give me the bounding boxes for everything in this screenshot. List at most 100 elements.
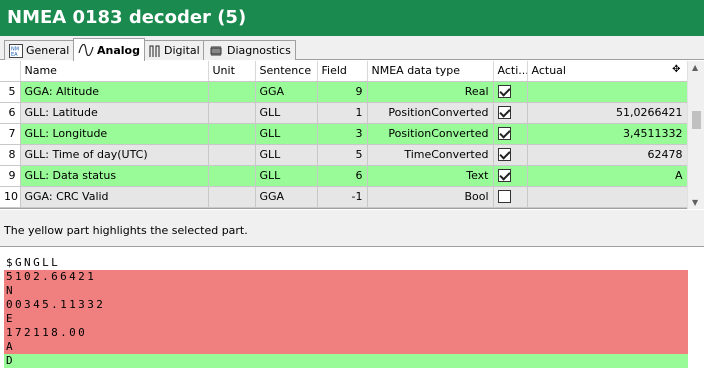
row-number-cell[interactable]: 9 — [0, 165, 21, 187]
nmea-icon: NMEA — [9, 43, 23, 58]
field-cell[interactable]: 9 — [317, 81, 368, 103]
sentence-cell[interactable]: GLL — [255, 144, 318, 166]
table-vertical-scrollbar[interactable]: ▲ ▼ — [687, 61, 704, 209]
name-cell[interactable]: GLL: Longitude — [20, 123, 209, 145]
field-cell[interactable]: -1 — [317, 186, 368, 208]
name-cell[interactable]: GLL: Time of day(UTC) — [20, 144, 209, 166]
active-cell[interactable] — [493, 186, 528, 208]
row-number-cell[interactable]: 8 — [0, 144, 21, 166]
name-cell[interactable]: GGA: Altitude — [20, 81, 209, 103]
decoded-line[interactable]: 00345.11332 — [4, 298, 688, 312]
tab-diagnostics[interactable]: Diagnostics — [203, 40, 296, 60]
active-cell[interactable] — [493, 81, 528, 103]
scrollbar-thumb[interactable] — [692, 111, 701, 129]
table-row[interactable]: 8 GLL: Time of day(UTC) GLL 5 TimeConverted 6… — [0, 144, 688, 166]
tab-bar: NM EA General Analog Digital Diagnostics — [0, 36, 704, 61]
sentence-cell[interactable]: GLL — [255, 123, 318, 145]
header-actual[interactable]: Actual ✥ — [527, 61, 688, 82]
chip-icon — [210, 45, 222, 56]
active-cell[interactable] — [493, 144, 528, 166]
field-cell[interactable]: 5 — [317, 144, 368, 166]
active-checkbox[interactable] — [497, 169, 511, 183]
field-cell[interactable]: 3 — [317, 123, 368, 145]
scroll-down-icon[interactable]: ▼ — [692, 198, 698, 207]
selection-hint: The yellow part highlights the selected … — [0, 210, 704, 247]
tab-analog-label: Analog — [97, 43, 140, 57]
active-cell[interactable] — [493, 165, 528, 187]
digital-pulse-icon — [149, 45, 160, 57]
table-row[interactable]: 5 GGA: Altitude GGA 9 Real — [0, 81, 688, 103]
header-data-type[interactable]: NMEA data type — [367, 61, 494, 82]
actual-cell[interactable]: 51,0266421 — [527, 102, 688, 124]
active-checkbox[interactable] — [497, 148, 511, 162]
active-checkbox[interactable] — [497, 85, 511, 99]
row-number-cell[interactable]: 5 — [0, 81, 21, 103]
field-cell[interactable]: 6 — [317, 165, 368, 187]
data-type-cell[interactable]: TimeConverted — [367, 144, 494, 166]
decoded-line[interactable]: N — [4, 284, 688, 298]
row-number-cell[interactable]: 10 — [0, 186, 21, 208]
data-type-cell[interactable]: Real — [367, 81, 494, 103]
decoded-line[interactable]: D — [4, 354, 688, 368]
active-cell[interactable] — [493, 123, 528, 145]
decoded-message-view: $GNGLL 5102.66421 N 00345.11332 E 172118.00 A D — [0, 248, 704, 371]
name-cell[interactable]: GLL: Data status — [20, 165, 209, 187]
data-type-cell[interactable]: PositionConverted — [367, 123, 494, 145]
tab-general-label: General — [26, 44, 70, 57]
decoded-line[interactable]: A — [4, 340, 688, 354]
actual-cell[interactable] — [527, 81, 688, 103]
table-row[interactable]: 6 GLL: Latitude GLL 1 PositionConverted 51,02… — [0, 102, 688, 124]
decoded-line[interactable]: 5102.66421 — [4, 270, 688, 284]
field-cell[interactable]: 1 — [317, 102, 368, 124]
name-cell[interactable]: GLL: Latitude — [20, 102, 209, 124]
tab-analog[interactable]: Analog — [73, 38, 145, 61]
actual-cell[interactable]: 62478 — [527, 144, 688, 166]
table-row[interactable]: 9 GLL: Data status GLL 6 Text A — [0, 165, 688, 187]
unit-cell[interactable] — [208, 81, 256, 103]
active-cell[interactable] — [493, 102, 528, 124]
data-type-cell[interactable]: PositionConverted — [367, 102, 494, 124]
unit-cell[interactable] — [208, 165, 256, 187]
window-title: NMEA 0183 decoder (5) — [0, 0, 704, 36]
unit-cell[interactable] — [208, 186, 256, 208]
header-name[interactable]: Name — [20, 61, 209, 82]
decoded-line[interactable]: $GNGLL — [4, 256, 688, 270]
unit-cell[interactable] — [208, 144, 256, 166]
sentence-cell[interactable]: GGA — [255, 81, 318, 103]
header-sentence[interactable]: Sentence — [255, 61, 318, 82]
unit-cell[interactable] — [208, 123, 256, 145]
active-checkbox[interactable] — [497, 127, 511, 141]
data-type-cell[interactable]: Bool — [367, 186, 494, 208]
data-type-cell[interactable]: Text — [367, 165, 494, 187]
name-cell[interactable]: GGA: CRC Valid — [20, 186, 209, 208]
actual-cell[interactable]: A — [527, 165, 688, 187]
header-active[interactable]: Acti... — [493, 61, 528, 82]
sentence-cell[interactable]: GLL — [255, 102, 318, 124]
signal-table: Name Unit Sentence Field NMEA data type … — [0, 61, 704, 209]
wave-icon — [78, 44, 94, 56]
tab-diagnostics-label: Diagnostics — [227, 44, 291, 57]
actual-cell[interactable]: 3,4511332 — [527, 123, 688, 145]
sentence-cell[interactable]: GGA — [255, 186, 318, 208]
tab-general[interactable]: NM EA General — [4, 40, 75, 60]
header-actual-label: Actual — [531, 64, 566, 78]
table-row[interactable]: 10 GGA: CRC Valid GGA -1 Bool — [0, 186, 688, 208]
tab-digital-label: Digital — [164, 44, 200, 57]
header-field[interactable]: Field — [317, 61, 368, 82]
svg-text:EA: EA — [11, 52, 18, 58]
header-unit[interactable]: Unit — [208, 61, 256, 82]
active-checkbox[interactable] — [497, 190, 511, 204]
unit-cell[interactable] — [208, 102, 256, 124]
row-number-cell[interactable]: 6 — [0, 102, 21, 124]
decoded-line[interactable]: 172118.00 — [4, 326, 688, 340]
active-checkbox[interactable] — [497, 106, 511, 120]
actual-cell[interactable] — [527, 186, 688, 208]
move-icon[interactable]: ✥ — [672, 64, 680, 75]
row-number-cell[interactable]: 7 — [0, 123, 21, 145]
decoded-line[interactable]: E — [4, 312, 688, 326]
sentence-cell[interactable]: GLL — [255, 165, 318, 187]
scroll-up-icon[interactable]: ▲ — [692, 63, 698, 72]
tab-digital[interactable]: Digital — [144, 40, 205, 60]
table-row[interactable]: 7 GLL: Longitude GLL 3 PositionConverted 3,45… — [0, 123, 688, 145]
header-row-number — [0, 61, 21, 82]
